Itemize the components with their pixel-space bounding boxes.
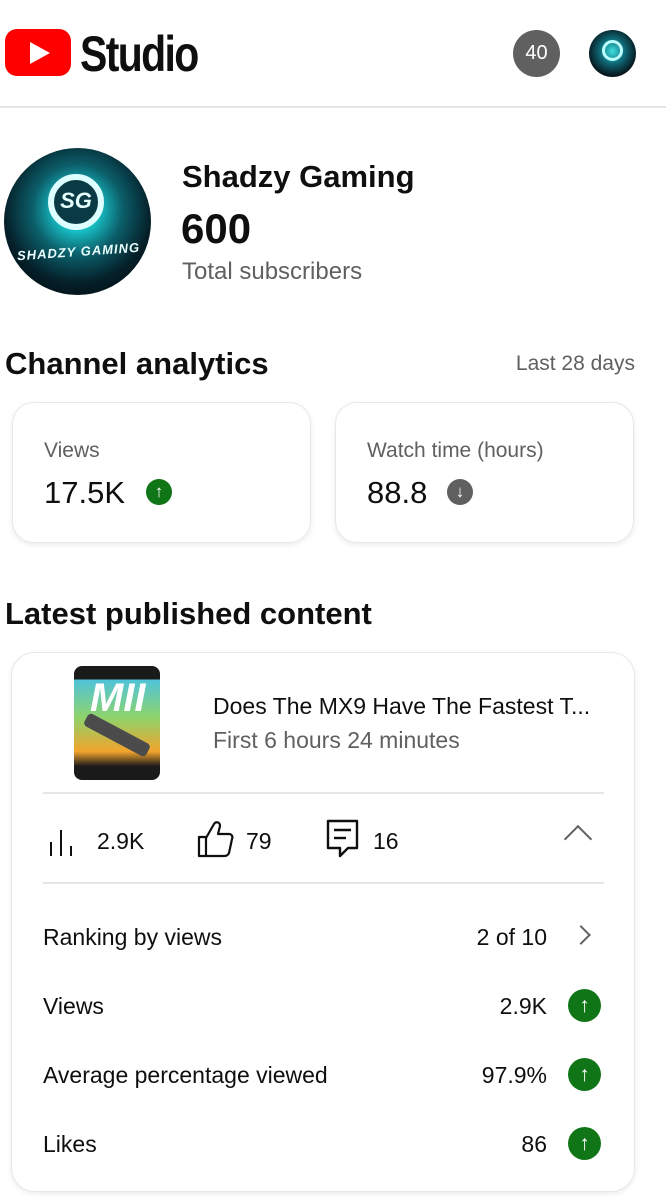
likes-metric-value: 79 bbox=[246, 828, 272, 854]
channel-avatar[interactable]: SHADZY GAMING bbox=[4, 148, 151, 295]
arrow-up-icon: ↑ bbox=[568, 1127, 601, 1160]
subscriber-label: Total subscribers bbox=[182, 258, 363, 285]
thumbs-up-icon bbox=[197, 821, 234, 858]
row-label: Likes bbox=[43, 1131, 97, 1157]
channel-name: Shadzy Gaming bbox=[182, 159, 415, 194]
row-value: 2 of 10 bbox=[476, 924, 547, 950]
views-stat-label: Views bbox=[44, 439, 100, 462]
arrow-down-icon: ↓ bbox=[447, 479, 473, 505]
app-title: Studio bbox=[80, 26, 199, 82]
subscriber-count: 600 bbox=[181, 205, 252, 252]
row-label: Ranking by views bbox=[43, 924, 222, 950]
arrow-up-icon: ↑ bbox=[146, 479, 172, 505]
top-app-bar: Studio 40 bbox=[0, 0, 666, 108]
notification-count-badge[interactable]: 40 bbox=[513, 30, 560, 77]
views-metric-value: 2.9K bbox=[97, 828, 145, 854]
avatar-logo-text: SHADZY GAMING bbox=[16, 239, 141, 264]
row-value: 86 bbox=[521, 1131, 547, 1157]
analytics-period: Last 28 days bbox=[515, 352, 635, 375]
watch-time-stat-value: 88.8 bbox=[367, 475, 428, 510]
avatar-emblem-icon bbox=[602, 40, 623, 61]
watch-time-stat-label: Watch time (hours) bbox=[367, 439, 544, 462]
chevron-up-icon[interactable] bbox=[563, 824, 593, 854]
video-period: First 6 hours 24 minutes bbox=[213, 727, 460, 753]
channel-analytics-heading: Channel analytics bbox=[5, 346, 269, 381]
row-value: 2.9K bbox=[499, 993, 547, 1019]
views-stat-value: 17.5K bbox=[44, 475, 126, 510]
divider bbox=[43, 882, 604, 884]
row-label: Views bbox=[43, 993, 104, 1019]
chevron-right-icon bbox=[571, 925, 591, 945]
comments-metric-value: 16 bbox=[373, 828, 399, 854]
youtube-logo-icon[interactable] bbox=[5, 29, 71, 76]
row-label: Average percentage viewed bbox=[43, 1062, 328, 1088]
video-thumbnail[interactable]: MII bbox=[74, 666, 160, 780]
bar-chart-icon bbox=[48, 828, 80, 856]
watch-time-stat-card[interactable]: Watch time (hours) 88.8 ↓ bbox=[335, 402, 634, 543]
views-stat-card[interactable]: Views 17.5K ↑ bbox=[12, 402, 311, 543]
thumbnail-text: MII bbox=[90, 676, 146, 720]
views-row: Views 2.9K ↑ bbox=[43, 985, 604, 1025]
account-avatar[interactable] bbox=[589, 30, 636, 77]
video-title[interactable]: Does The MX9 Have The Fastest T... bbox=[213, 691, 590, 721]
divider bbox=[43, 792, 604, 794]
latest-content-heading: Latest published content bbox=[5, 596, 372, 631]
arrow-up-icon: ↑ bbox=[568, 989, 601, 1022]
row-value: 97.9% bbox=[481, 1062, 547, 1088]
likes-row: Likes 86 ↑ bbox=[43, 1123, 604, 1163]
channel-logo-icon bbox=[48, 174, 104, 230]
latest-content-card: MII Does The MX9 Have The Fastest T... F… bbox=[11, 652, 635, 1192]
comment-icon bbox=[326, 819, 359, 858]
average-percentage-viewed-row: Average percentage viewed 97.9% ↑ bbox=[43, 1054, 604, 1094]
arrow-up-icon: ↑ bbox=[568, 1058, 601, 1091]
ranking-by-views-row[interactable]: Ranking by views 2 of 10 bbox=[43, 916, 604, 956]
